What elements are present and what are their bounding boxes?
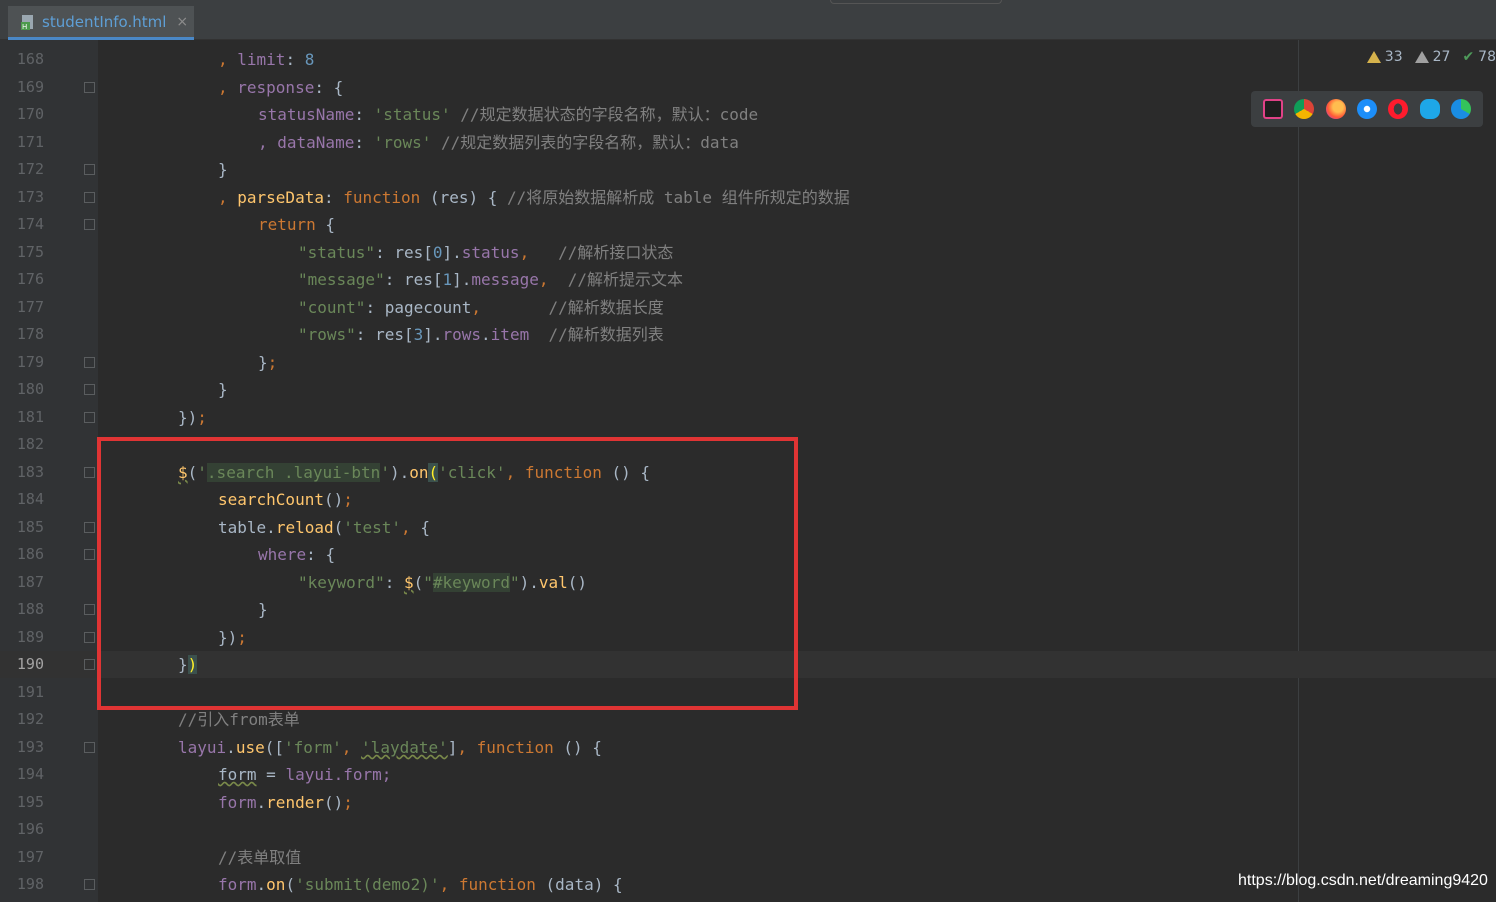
line-number: 181 xyxy=(16,408,44,426)
code-line[interactable]: 193 layui.use(['form', 'laydate'], funct… xyxy=(0,734,1496,761)
code-line[interactable]: 194 form = layui.form; xyxy=(0,761,1496,788)
browser-launch-toolbar xyxy=(1251,91,1483,127)
jetbrains-icon[interactable] xyxy=(1262,99,1283,119)
tab-label: studentInfo.html xyxy=(42,12,167,31)
fold-marker-icon[interactable] xyxy=(84,549,95,560)
line-number: 177 xyxy=(16,298,44,316)
line-number: 184 xyxy=(16,490,44,508)
editor-tab-bar: H studentInfo.html × xyxy=(0,0,1496,40)
code-line[interactable]: 176 "message": res[1].message, //解析提示文本 xyxy=(0,266,1496,293)
fold-marker-icon[interactable] xyxy=(84,82,95,93)
code-line[interactable]: 179 }; xyxy=(0,349,1496,376)
line-number: 186 xyxy=(16,545,44,563)
code-line[interactable]: 172 } xyxy=(0,156,1496,183)
weak-warnings-count[interactable]: 27 xyxy=(1414,49,1450,65)
line-number: 175 xyxy=(16,243,44,261)
code-line[interactable]: 197 //表单取值 xyxy=(0,844,1496,871)
code-line[interactable]: 171 , dataName: 'rows' //规定数据列表的字段名称，默认：… xyxy=(0,129,1496,156)
code-line[interactable]: 180 } xyxy=(0,376,1496,403)
line-number: 169 xyxy=(16,78,44,96)
opera-icon[interactable] xyxy=(1388,99,1409,119)
firefox-icon[interactable] xyxy=(1325,99,1346,119)
line-number: 191 xyxy=(16,683,44,701)
line-number: 176 xyxy=(16,270,44,288)
line-number: 183 xyxy=(16,463,44,481)
code-line[interactable]: 177 "count": pagecount, //解析数据长度 xyxy=(0,294,1496,321)
ie-icon[interactable] xyxy=(1419,99,1440,119)
tab-studentinfo-html[interactable]: H studentInfo.html × xyxy=(8,6,194,40)
line-number: 182 xyxy=(16,435,44,453)
line-number: 196 xyxy=(16,820,44,838)
fold-marker-icon[interactable] xyxy=(84,164,95,175)
line-number: 193 xyxy=(16,738,44,756)
line-number: 197 xyxy=(16,848,44,866)
fold-marker-icon[interactable] xyxy=(84,879,95,890)
code-line[interactable]: 173 , parseData: function (res) { //将原始数… xyxy=(0,184,1496,211)
warnings-count[interactable]: 33 xyxy=(1366,49,1403,65)
fold-marker-icon[interactable] xyxy=(84,742,95,753)
line-number: 174 xyxy=(16,215,44,233)
fold-marker-icon[interactable] xyxy=(84,522,95,533)
top-scroll-strip xyxy=(830,0,1002,4)
fold-marker-icon[interactable] xyxy=(84,357,95,368)
code-line[interactable]: 196 xyxy=(0,816,1496,843)
line-number: 194 xyxy=(16,765,44,783)
inspection-widget[interactable]: 33 27 ✔ 78 xyxy=(1366,49,1496,65)
line-number: 173 xyxy=(16,188,44,206)
line-number: 190 xyxy=(16,655,44,673)
weak-warning-icon xyxy=(1414,51,1429,63)
code-line[interactable]: 175 "status": res[0].status, //解析接口状态 xyxy=(0,239,1496,266)
close-tab-icon[interactable]: × xyxy=(176,14,188,30)
fold-marker-icon[interactable] xyxy=(84,604,95,615)
fold-marker-icon[interactable] xyxy=(84,192,95,203)
line-number: 189 xyxy=(16,628,44,646)
html-file-icon: H xyxy=(20,14,36,31)
line-number: 168 xyxy=(16,50,44,68)
line-number: 188 xyxy=(16,600,44,618)
line-number: 195 xyxy=(16,793,44,811)
code-line[interactable]: 168 , limit: 8 xyxy=(0,46,1496,73)
line-number: 185 xyxy=(16,518,44,536)
line-number: 180 xyxy=(16,380,44,398)
code-line[interactable]: 178 "rows": res[3].rows.item //解析数据列表 xyxy=(0,321,1496,348)
safari-icon[interactable] xyxy=(1356,99,1377,119)
fold-marker-icon[interactable] xyxy=(84,412,95,423)
fold-marker-icon[interactable] xyxy=(84,219,95,230)
line-number: 171 xyxy=(16,133,44,151)
line-number: 178 xyxy=(16,325,44,343)
code-line[interactable]: 174 return { xyxy=(0,211,1496,238)
chrome-icon[interactable] xyxy=(1294,99,1315,119)
highlight-annotation-box xyxy=(97,437,798,710)
code-line[interactable]: 195 form.render(); xyxy=(0,789,1496,816)
check-icon: ✔ xyxy=(1462,49,1475,65)
svg-text:H: H xyxy=(22,23,27,30)
warning-icon xyxy=(1366,51,1381,63)
line-number: 187 xyxy=(16,573,44,591)
line-number: 172 xyxy=(16,160,44,178)
line-number: 192 xyxy=(16,710,44,728)
fold-marker-icon[interactable] xyxy=(84,467,95,478)
watermark-url: https://blog.csdn.net/dreaming9420 xyxy=(1238,872,1488,889)
fold-marker-icon[interactable] xyxy=(84,632,95,643)
code-line[interactable]: 181 }); xyxy=(0,404,1496,431)
edge-icon[interactable] xyxy=(1451,99,1472,119)
code-line[interactable]: 192 //引入from表单 xyxy=(0,706,1496,733)
line-number: 198 xyxy=(16,875,44,893)
line-number: 170 xyxy=(16,105,44,123)
fold-marker-icon[interactable] xyxy=(84,659,95,670)
fold-marker-icon[interactable] xyxy=(84,384,95,395)
line-number: 179 xyxy=(16,353,44,371)
ok-count[interactable]: ✔ 78 xyxy=(1462,49,1496,65)
